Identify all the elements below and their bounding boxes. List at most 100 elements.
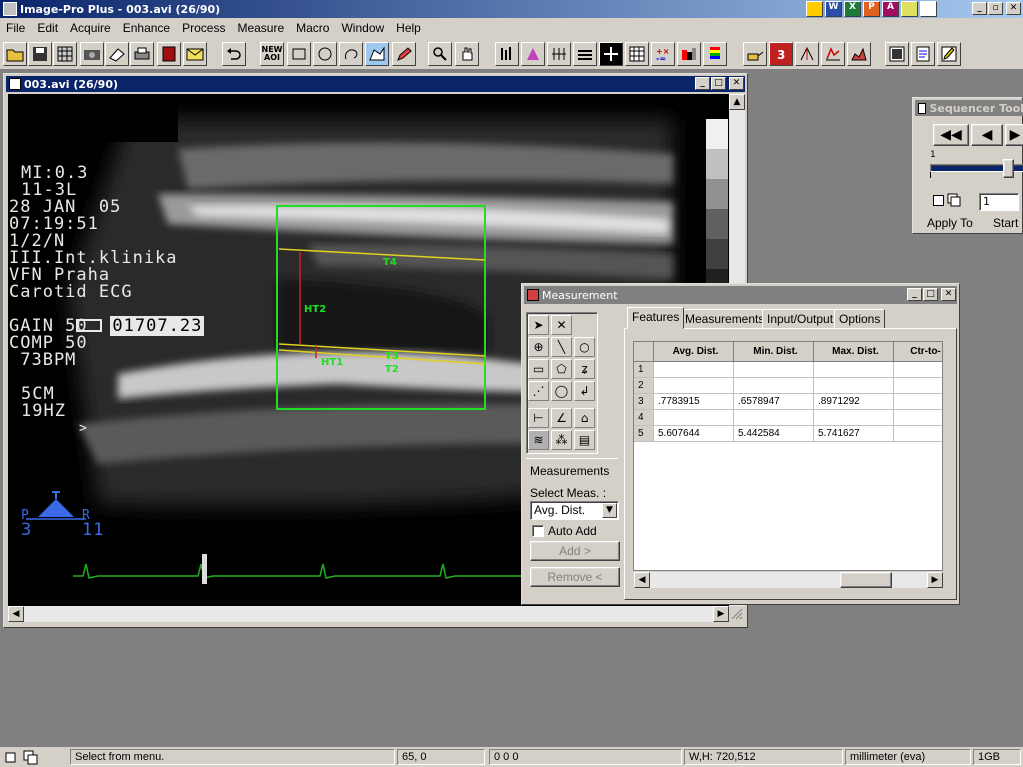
close-icon[interactable]: ✕: [729, 77, 744, 90]
line-profile-icon[interactable]: [547, 42, 571, 66]
word-icon[interactable]: W: [825, 1, 842, 17]
add-button[interactable]: Add >: [530, 541, 620, 561]
column-header[interactable]: Avg. Dist.: [654, 342, 734, 362]
table-cell[interactable]: .7783915: [654, 394, 734, 410]
scroll-left-icon[interactable]: ◀: [634, 572, 650, 588]
calculator-icon[interactable]: +× -=: [651, 42, 675, 66]
features-table[interactable]: Avg. Dist. Min. Dist. Max. Dist. Ctr-to-…: [633, 341, 943, 571]
access-icon[interactable]: A: [882, 1, 899, 17]
zoom-icon[interactable]: [428, 42, 452, 66]
freehand-icon[interactable]: [339, 42, 363, 66]
table-cell[interactable]: 5.741627: [814, 426, 894, 442]
table-cell[interactable]: [894, 394, 942, 410]
workspace-icon[interactable]: [885, 42, 909, 66]
excel-icon[interactable]: X: [844, 1, 861, 17]
powerpoint-icon[interactable]: P: [863, 1, 880, 17]
select-meas-dropdown[interactable]: Avg. Dist. ▼: [530, 501, 619, 520]
save-icon[interactable]: [28, 42, 52, 66]
menu-file[interactable]: File: [0, 21, 31, 35]
remove-button[interactable]: Remove <: [530, 567, 620, 587]
table-cell[interactable]: [814, 410, 894, 426]
maximize-icon[interactable]: □: [923, 288, 938, 301]
circle-tool-icon[interactable]: ○: [574, 337, 595, 357]
rewind-button[interactable]: ◀◀: [933, 124, 969, 146]
angle-tool-icon[interactable]: ∠: [551, 408, 572, 428]
maximize-icon[interactable]: □: [711, 77, 726, 90]
tray-app-icon[interactable]: [806, 1, 823, 17]
script-icon[interactable]: [911, 42, 935, 66]
table-cell[interactable]: [894, 378, 942, 394]
arc-tool-icon[interactable]: ↲: [574, 381, 595, 401]
angle-line-tool-icon[interactable]: ⋰: [528, 381, 549, 401]
start-frame-input[interactable]: 1: [979, 193, 1019, 211]
close-icon[interactable]: ✕: [941, 288, 956, 301]
macro-icon[interactable]: [743, 42, 767, 66]
polygon-select-icon[interactable]: [365, 42, 389, 66]
menu-edit[interactable]: Edit: [31, 21, 64, 35]
table-cell[interactable]: [894, 362, 942, 378]
notes-icon[interactable]: [901, 1, 918, 17]
palette-icon[interactable]: [703, 42, 727, 66]
restore-icon[interactable]: ▫: [988, 2, 1003, 15]
open-icon[interactable]: [3, 42, 27, 66]
layers-icon[interactable]: [573, 42, 597, 66]
delete-tool-icon[interactable]: ✕: [551, 315, 572, 335]
table-cell[interactable]: [654, 410, 734, 426]
caliper-tool-icon[interactable]: ⊢: [528, 408, 549, 428]
tab-measurements[interactable]: Measurements: [680, 309, 770, 329]
histogram-icon[interactable]: [495, 42, 519, 66]
ellipse-icon[interactable]: [313, 42, 337, 66]
menu-acquire[interactable]: Acquire: [64, 21, 117, 35]
table-cell[interactable]: [814, 378, 894, 394]
area-chart-icon[interactable]: [847, 42, 871, 66]
document-icon[interactable]: [920, 1, 937, 17]
pointer-tool-icon[interactable]: ➤: [528, 315, 549, 335]
book-icon[interactable]: [157, 42, 181, 66]
point-tool-icon[interactable]: ⊕: [528, 337, 549, 357]
table-cell[interactable]: [734, 378, 814, 394]
table-cell[interactable]: .8971292: [814, 394, 894, 410]
table-cell[interactable]: 5.442584: [734, 426, 814, 442]
table-cell[interactable]: [654, 378, 734, 394]
table-scrollbar[interactable]: ◀ ▶: [634, 572, 943, 588]
scroll-right-icon[interactable]: ▶: [927, 572, 943, 588]
table-cell[interactable]: [894, 426, 942, 442]
table-cell[interactable]: [734, 362, 814, 378]
polygon-tool-icon[interactable]: ⬠: [551, 359, 572, 379]
tab-input-output[interactable]: Input/Output: [762, 309, 839, 329]
tab-options[interactable]: Options: [834, 309, 886, 329]
menu-help[interactable]: Help: [390, 21, 427, 35]
table-cell[interactable]: [734, 410, 814, 426]
table-cell[interactable]: [654, 362, 734, 378]
eraser-icon[interactable]: [105, 42, 129, 66]
scroll-up-icon[interactable]: ▲: [729, 94, 745, 110]
undo-icon[interactable]: [222, 42, 246, 66]
close-icon[interactable]: ✕: [1006, 2, 1021, 15]
table-cell[interactable]: .6578947: [734, 394, 814, 410]
menu-window[interactable]: Window: [335, 21, 390, 35]
contrast-icon[interactable]: [521, 42, 545, 66]
trace-tool-icon[interactable]: ʑ: [574, 359, 595, 379]
sequence-icon[interactable]: 3: [769, 42, 793, 66]
line-tool-icon[interactable]: ╲: [551, 337, 572, 357]
menu-macro[interactable]: Macro: [290, 21, 335, 35]
new-aoi-icon[interactable]: NEW AOI: [260, 42, 284, 66]
table-cell[interactable]: [894, 410, 942, 426]
color-channels-icon[interactable]: [677, 42, 701, 66]
resize-grip-icon[interactable]: [731, 608, 743, 620]
line-chart-icon[interactable]: [821, 42, 845, 66]
menu-enhance[interactable]: Enhance: [117, 21, 176, 35]
column-header[interactable]: Max. Dist.: [814, 342, 894, 362]
minimize-icon[interactable]: _: [907, 288, 922, 301]
thickness-tool-icon[interactable]: ≋: [528, 430, 549, 450]
mail-icon[interactable]: [183, 42, 207, 66]
grid-icon[interactable]: [53, 42, 77, 66]
column-header[interactable]: Min. Dist.: [734, 342, 814, 362]
crosshair-icon[interactable]: [599, 42, 623, 66]
camera-icon[interactable]: [80, 42, 104, 66]
edit-script-icon[interactable]: [937, 42, 961, 66]
ellipse-tool-icon[interactable]: ◯: [551, 381, 572, 401]
dropdown-arrow-icon[interactable]: ▼: [602, 503, 617, 518]
menu-process[interactable]: Process: [176, 21, 231, 35]
print-icon[interactable]: [130, 42, 154, 66]
